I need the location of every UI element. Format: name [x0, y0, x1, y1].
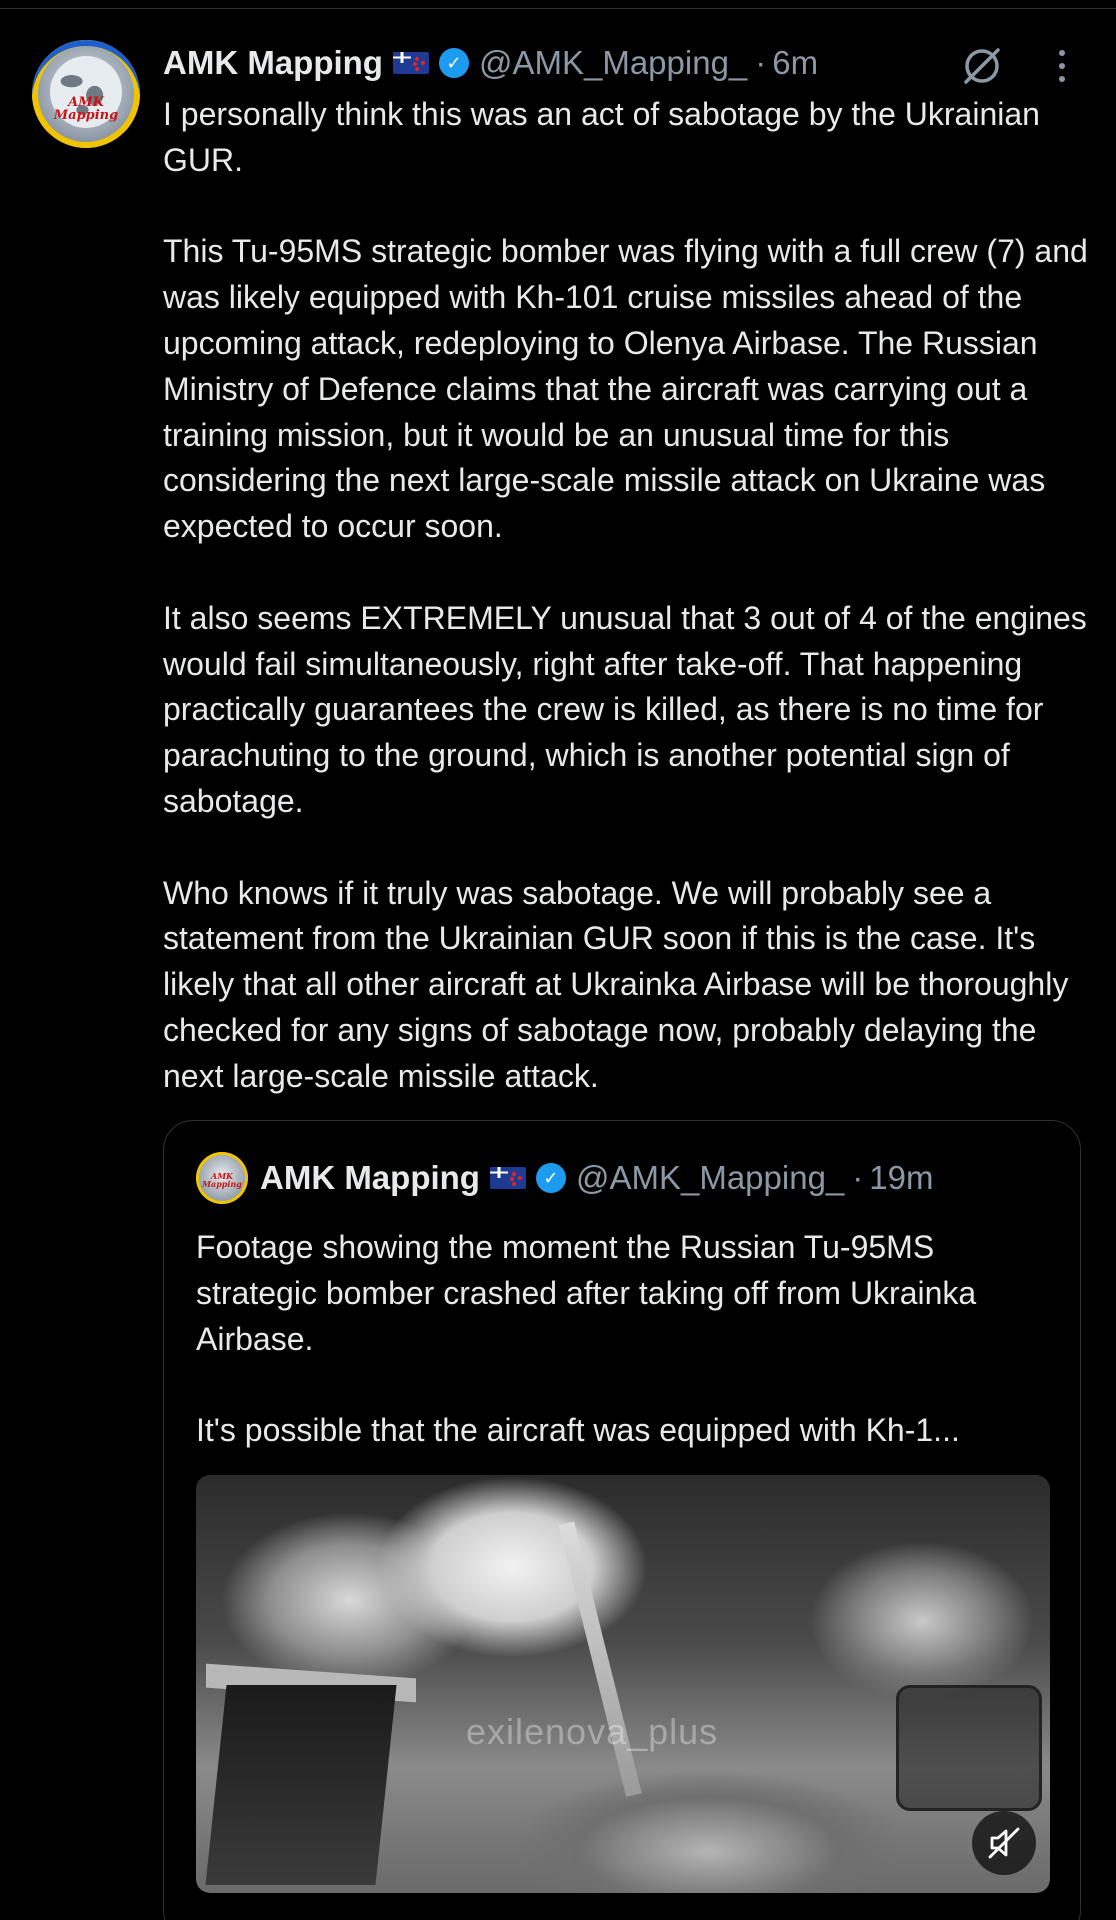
quoted-author-handle: @AMK_Mapping_	[575, 1159, 845, 1196]
author-handle[interactable]: @AMK_Mapping_	[479, 44, 747, 82]
author-name[interactable]: AMK Mapping	[163, 44, 383, 82]
video-thumbnail[interactable]: exilenova_plus	[196, 1475, 1050, 1893]
grok-icon[interactable]	[960, 44, 1004, 88]
quoted-author-avatar: AMK Mapping	[196, 1152, 248, 1204]
verified-badge-icon: ✓	[535, 1163, 566, 1193]
tweet-paragraph: Who knows if it truly was sabotage. We w…	[163, 874, 1069, 1094]
video-watermark: exilenova_plus	[466, 1711, 719, 1752]
quoted-author-name: AMK Mapping	[260, 1159, 480, 1196]
new-zealand-flag-icon	[392, 52, 429, 74]
new-zealand-flag-icon	[489, 1167, 526, 1189]
tweet-timestamp[interactable]: 6m	[772, 44, 818, 82]
header-separator: ·	[755, 44, 767, 81]
quoted-paragraph: Footage showing the moment the Russian T…	[196, 1229, 977, 1357]
quoted-tweet-card[interactable]: AMK Mapping AMK Mapping ✓ @AMK_Mapping_ ·…	[163, 1120, 1081, 1920]
tweet-text: I personally think this was an act of sa…	[163, 92, 1093, 1100]
avatar-logo-text: AMK Mapping	[53, 95, 119, 123]
quoted-paragraph: It's possible that the aircraft was equi…	[196, 1412, 960, 1449]
top-divider	[0, 8, 1116, 9]
tweet-header: AMK Mapping ✓ @AMK_Mapping_ · 6m	[163, 38, 818, 88]
quoted-tweet-text: Footage showing the moment the Russian T…	[196, 1225, 1046, 1454]
tweet-page: AMK Mapping AMK Mapping ✓ @AMK_Mapping_ ·…	[0, 0, 1116, 1920]
tweet-paragraph: It also seems EXTREMELY unusual that 3 o…	[163, 599, 1087, 819]
header-separator: ·	[852, 1159, 864, 1196]
quoted-tweet-header: AMK Mapping AMK Mapping ✓ @AMK_Mapping_ ·…	[196, 1152, 934, 1204]
mute-toggle-button[interactable]	[972, 1811, 1036, 1875]
quoted-tweet-timestamp: 19m	[869, 1159, 934, 1196]
speaker-muted-icon	[988, 1827, 1020, 1859]
more-options-icon[interactable]	[1048, 44, 1076, 88]
author-avatar[interactable]: AMK Mapping	[32, 40, 140, 148]
tweet-paragraph: I personally think this was an act of sa…	[163, 96, 1040, 178]
verified-badge-icon[interactable]: ✓	[438, 48, 469, 78]
tweet-paragraph: This Tu-95MS strategic bomber was flying…	[163, 233, 1088, 545]
